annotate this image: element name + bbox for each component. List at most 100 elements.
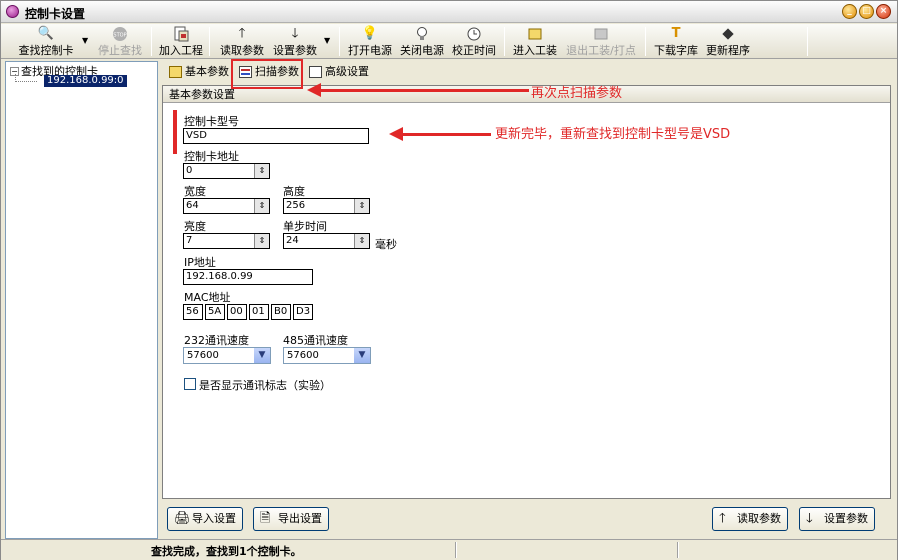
toolbar-separator xyxy=(339,27,340,56)
svg-text:STOP: STOP xyxy=(113,33,126,39)
tab-basic-params[interactable]: 基本参数 xyxy=(165,63,231,81)
width-label: 宽度 xyxy=(184,185,206,198)
title-bar: 控制卡设置 _ □ × xyxy=(1,1,897,23)
exit-factory-icon xyxy=(592,26,610,42)
chip-icon xyxy=(719,26,737,42)
arrow-up-icon: 🡑 xyxy=(238,26,246,41)
show-log-checkbox[interactable] xyxy=(184,378,196,390)
enter-factory-label: 进入工装 xyxy=(513,44,557,57)
set-params-button[interactable]: 🡓 设置参数 xyxy=(271,26,319,57)
minimize-icon: _ xyxy=(847,6,852,16)
status-divider xyxy=(455,542,457,558)
power-on-button[interactable]: 💡 打开电源 xyxy=(347,26,393,57)
set-params-label: 设置参数 xyxy=(273,44,317,57)
annotation-arrow-model xyxy=(389,127,491,141)
baud-232-select[interactable]: 57600 ▼ xyxy=(183,347,271,364)
import-settings-label: 导入设置 xyxy=(192,512,236,525)
toolbar: 🔍 查找控制卡 ▼ STOP 停止查找 加入工程 🡑 读取参数 🡓 设置参数 ▼… xyxy=(1,24,897,59)
chevron-down-icon[interactable]: ▼ xyxy=(354,348,370,363)
mac-octet-input[interactable]: B0 xyxy=(271,304,291,320)
add-project-icon xyxy=(172,26,190,42)
height-value: 256 xyxy=(286,200,306,211)
power-on-label: 打开电源 xyxy=(348,44,392,57)
spinner-arrows-icon[interactable]: ⇕ xyxy=(354,199,369,213)
add-project-button[interactable]: 加入工程 xyxy=(158,26,204,57)
step-time-spinner[interactable]: 24 ⇕ xyxy=(283,233,370,249)
toolbar-separator xyxy=(151,27,152,56)
export-settings-label: 导出设置 xyxy=(278,512,322,525)
spinner-arrows-icon[interactable]: ⇕ xyxy=(254,234,269,248)
card-address-spinner[interactable]: 0 ⇕ xyxy=(183,163,270,179)
minimize-button[interactable]: _ xyxy=(842,4,857,19)
read-params-button[interactable]: 🡑 读取参数 xyxy=(218,26,266,57)
stop-find-label: 停止查找 xyxy=(98,44,142,57)
step-time-label: 单步时间 xyxy=(283,220,327,233)
download-font-label: 下载字库 xyxy=(654,44,698,57)
mac-octet-input[interactable]: 56 xyxy=(183,304,203,320)
lightbulb-off-icon xyxy=(413,26,431,42)
exit-factory-label: 退出工装/打点 xyxy=(566,44,636,57)
calibrate-time-button[interactable]: 校正时间 xyxy=(451,26,497,57)
scan-tab-highlight xyxy=(231,59,303,89)
exit-factory-button[interactable]: 退出工装/打点 xyxy=(564,26,638,57)
mac-octet-input[interactable]: 01 xyxy=(249,304,269,320)
import-settings-button[interactable]: 🖨 导入设置 xyxy=(167,507,243,531)
height-label: 高度 xyxy=(283,185,305,198)
card-model-input[interactable]: VSD xyxy=(183,128,369,144)
power-off-label: 关闭电源 xyxy=(400,44,444,57)
toolbar-separator xyxy=(504,27,505,56)
arrow-up-icon: 🡑 xyxy=(719,511,726,526)
card-address-value: 0 xyxy=(186,165,193,176)
set-params-dropdown-icon[interactable]: ▼ xyxy=(324,36,330,45)
update-program-label: 更新程序 xyxy=(706,44,750,57)
close-button[interactable]: × xyxy=(876,4,891,19)
window-title: 控制卡设置 xyxy=(25,7,86,21)
tree-item-card[interactable]: 192.168.0.99:0 xyxy=(44,75,127,87)
set-params-bottom-button[interactable]: 🡓 设置参数 xyxy=(799,507,875,531)
card-address-label: 控制卡地址 xyxy=(184,150,239,163)
stop-find-button[interactable]: STOP 停止查找 xyxy=(96,26,144,57)
control-card-settings-window: 控制卡设置 _ □ × 🔍 查找控制卡 ▼ STOP 停止查找 加入工程 🡑 读… xyxy=(0,0,898,560)
width-spinner[interactable]: 64 ⇕ xyxy=(183,198,270,214)
toolbar-separator xyxy=(807,27,808,56)
mac-octet-input[interactable]: D3 xyxy=(293,304,313,320)
basic-params-groupbox: 基本参数设置 控制卡型号 VSD 控制卡地址 0 ⇕ 宽度 64 ⇕ 高度 256 ⇕… xyxy=(162,85,891,499)
spinner-arrows-icon[interactable]: ⇕ xyxy=(254,164,269,178)
set-params-bottom-label: 设置参数 xyxy=(824,512,868,525)
card-model-highlight xyxy=(173,110,177,154)
find-card-button[interactable]: 🔍 查找控制卡 xyxy=(17,26,75,57)
status-bar: 查找完成，查找到1个控制卡。 xyxy=(1,539,897,560)
enter-factory-button[interactable]: 进入工装 xyxy=(512,26,558,57)
mac-octet-input[interactable]: 5A xyxy=(205,304,225,320)
chevron-down-icon[interactable]: ▼ xyxy=(254,348,270,363)
power-off-button[interactable]: 关闭电源 xyxy=(399,26,445,57)
brightness-value: 7 xyxy=(186,235,193,246)
advanced-settings-icon xyxy=(309,66,322,78)
baud-485-label: 485通讯速度 xyxy=(283,334,348,347)
tab-advanced-settings[interactable]: 高级设置 xyxy=(305,63,371,81)
export-icon: 🗎 xyxy=(260,511,271,526)
magnifier-icon: 🔍 xyxy=(37,26,55,41)
height-spinner[interactable]: 256 ⇕ xyxy=(283,198,370,214)
read-params-bottom-button[interactable]: 🡑 读取参数 xyxy=(712,507,788,531)
mac-octet-input[interactable]: 00 xyxy=(227,304,247,320)
maximize-button[interactable]: □ xyxy=(859,4,874,19)
baud-232-value: 57600 xyxy=(187,350,219,361)
download-font-button[interactable]: T 下载字库 xyxy=(653,26,699,57)
app-icon xyxy=(6,5,19,18)
annotation-model-found: 更新完毕，重新查找到控制卡型号是VSD xyxy=(495,127,731,142)
export-settings-button[interactable]: 🗎 导出设置 xyxy=(253,507,329,531)
brightness-spinner[interactable]: 7 ⇕ xyxy=(183,233,270,249)
spinner-arrows-icon[interactable]: ⇕ xyxy=(254,199,269,213)
mac-address-label: MAC地址 xyxy=(184,291,231,304)
brightness-label: 亮度 xyxy=(184,220,206,233)
ip-address-input[interactable]: 192.168.0.99 xyxy=(183,269,313,285)
toolbar-separator xyxy=(645,27,646,56)
baud-485-select[interactable]: 57600 ▼ xyxy=(283,347,371,364)
update-program-button[interactable]: 更新程序 xyxy=(705,26,751,57)
close-icon: × xyxy=(879,6,888,16)
tab-basic-label: 基本参数 xyxy=(185,65,229,78)
spinner-arrows-icon[interactable]: ⇕ xyxy=(354,234,369,248)
ip-address-label: IP地址 xyxy=(184,256,216,269)
find-card-dropdown-icon[interactable]: ▼ xyxy=(82,36,88,45)
